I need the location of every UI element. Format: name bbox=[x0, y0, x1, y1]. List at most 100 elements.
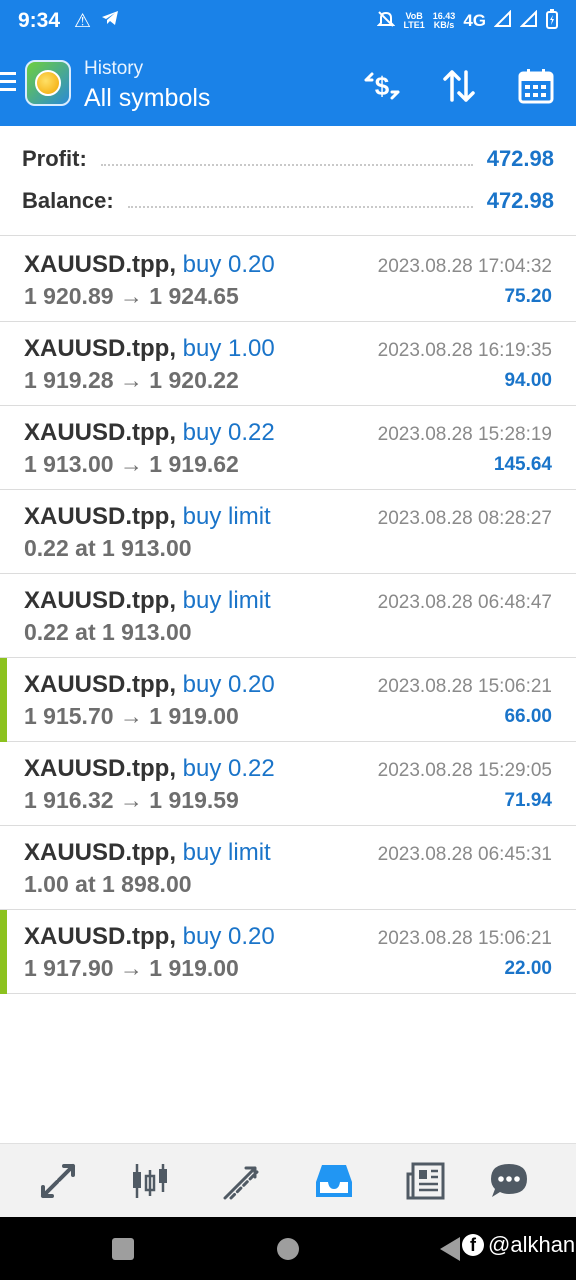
deal-prices: 0.22 at 1 913.00 bbox=[24, 619, 192, 645]
deal-action: buy 0.22 bbox=[182, 419, 275, 446]
deal-title: XAUUSD.tpp, buy 0.22 bbox=[24, 419, 275, 447]
deal-profit: 71.94 bbox=[504, 790, 552, 811]
status-right: VoB LTE1 16.43 KB/s 4G bbox=[377, 8, 558, 34]
profit-value: 472.98 bbox=[486, 146, 554, 171]
battery-charging-icon bbox=[546, 8, 558, 34]
deal-profit: 66.00 bbox=[504, 706, 552, 727]
deal-time: 2023.08.28 08:28:27 bbox=[377, 508, 552, 529]
deal-prices: 0.22 at 1 913.00 bbox=[24, 535, 192, 561]
dollar-exchange-icon[interactable]: $ bbox=[360, 64, 404, 108]
toolbar-subtitle[interactable]: All symbols bbox=[84, 84, 210, 113]
warning-icon: ⚠ bbox=[74, 10, 92, 32]
dotted-leader bbox=[100, 164, 473, 166]
deal-row[interactable]: XAUUSD.tpp, buy 0.20 1 915.70 → 1 919.00 2… bbox=[0, 658, 576, 742]
deal-title: XAUUSD.tpp, buy 0.22 bbox=[24, 755, 275, 783]
app-toolbar: History All symbols $ bbox=[0, 42, 576, 126]
deal-prices: 1 920.89 → 1 924.65 bbox=[24, 283, 239, 309]
deal-symbol: XAUUSD.tpp, bbox=[24, 671, 176, 698]
calendar-icon[interactable] bbox=[514, 64, 558, 108]
deal-time: 2023.08.28 15:06:21 bbox=[377, 676, 552, 697]
deal-symbol: XAUUSD.tpp, bbox=[24, 839, 176, 866]
deal-prices: 1 916.32 → 1 919.59 bbox=[24, 787, 239, 813]
deal-time: 2023.08.28 15:28:19 bbox=[377, 424, 552, 445]
deal-row[interactable]: XAUUSD.tpp, buy 1.00 1 919.28 → 1 920.22 2… bbox=[0, 322, 576, 406]
history-icon[interactable] bbox=[311, 1158, 357, 1204]
bottom-navigation bbox=[0, 1143, 576, 1217]
deal-row[interactable]: XAUUSD.tpp, buy 0.20 1 920.89 → 1 924.65 2… bbox=[0, 238, 576, 322]
signal-icon bbox=[519, 9, 538, 33]
status-time: 9:34 bbox=[18, 9, 61, 32]
home-button[interactable] bbox=[277, 1238, 299, 1260]
deal-prices: 1 913.00 → 1 919.62 bbox=[24, 451, 239, 477]
app-logo[interactable] bbox=[25, 60, 71, 106]
deal-time: 2023.08.28 06:48:47 bbox=[377, 592, 552, 613]
deal-symbol: XAUUSD.tpp, bbox=[24, 923, 176, 950]
deal-prices: 1 917.90 → 1 919.00 bbox=[24, 955, 239, 981]
deal-title: XAUUSD.tpp, buy 0.20 bbox=[24, 923, 275, 951]
deal-time: 2023.08.28 06:45:31 bbox=[377, 844, 552, 865]
watermark: f @alkhan bbox=[462, 1232, 575, 1258]
deal-row[interactable]: XAUUSD.tpp, buy limit 1.00 at 1 898.00 202… bbox=[0, 826, 576, 910]
deal-profit: 145.64 bbox=[493, 454, 552, 475]
profit-row: Profit: 472.98 bbox=[22, 142, 554, 176]
watermark-text: @alkhan bbox=[488, 1232, 576, 1257]
deal-profit: 94.00 bbox=[504, 370, 552, 391]
deal-time: 2023.08.28 15:29:05 bbox=[377, 760, 552, 781]
deal-action: buy 0.20 bbox=[182, 251, 275, 278]
deal-prices: 1 919.28 → 1 920.22 bbox=[24, 367, 239, 393]
balance-value: 472.98 bbox=[486, 188, 554, 213]
sort-icon[interactable] bbox=[437, 64, 481, 108]
deal-profit: 75.20 bbox=[504, 286, 552, 307]
history-summary: Profit: 472.98 Balance: 472.98 bbox=[0, 126, 576, 236]
deal-title: XAUUSD.tpp, buy limit bbox=[24, 587, 271, 615]
deal-action: buy limit bbox=[182, 503, 271, 530]
svg-text:$: $ bbox=[375, 71, 390, 101]
volte-indicator: VoB LTE1 bbox=[403, 11, 425, 30]
facebook-icon: f bbox=[462, 1234, 484, 1256]
deal-prices: 1 915.70 → 1 919.00 bbox=[24, 703, 239, 729]
toolbar-title: History bbox=[84, 58, 144, 79]
net-speed: 16.43 KB/s bbox=[432, 11, 456, 30]
deal-title: XAUUSD.tpp, buy 1.00 bbox=[24, 335, 275, 363]
telegram-icon bbox=[101, 10, 119, 32]
deal-time: 2023.08.28 17:04:32 bbox=[377, 256, 552, 277]
deal-row[interactable]: XAUUSD.tpp, buy 0.22 1 916.32 → 1 919.59 2… bbox=[0, 742, 576, 826]
deal-title: XAUUSD.tpp, buy limit bbox=[24, 503, 271, 531]
deal-title: XAUUSD.tpp, buy limit bbox=[24, 839, 271, 867]
back-button[interactable] bbox=[440, 1237, 460, 1261]
deal-action: buy 0.20 bbox=[182, 671, 275, 698]
deal-symbol: XAUUSD.tpp, bbox=[24, 335, 176, 362]
deal-action: buy 0.22 bbox=[182, 755, 275, 782]
deal-row[interactable]: XAUUSD.tpp, buy 0.22 1 913.00 → 1 919.62 2… bbox=[0, 406, 576, 490]
quotes-icon[interactable] bbox=[35, 1158, 81, 1204]
balance-label: Balance: bbox=[22, 188, 114, 213]
deal-action: buy 0.20 bbox=[182, 923, 275, 950]
recents-button[interactable] bbox=[112, 1238, 134, 1260]
status-bar: 9:34 ⚠ VoB LTE1 16.43 KB/s 4G bbox=[0, 0, 576, 42]
signal-icon bbox=[493, 9, 512, 33]
news-icon[interactable] bbox=[403, 1158, 449, 1204]
deal-row[interactable]: XAUUSD.tpp, buy limit 0.22 at 1 913.00 202… bbox=[0, 574, 576, 658]
profit-label: Profit: bbox=[22, 146, 87, 171]
deal-time: 2023.08.28 16:19:35 bbox=[377, 340, 552, 361]
deal-symbol: XAUUSD.tpp, bbox=[24, 419, 176, 446]
chart-icon[interactable] bbox=[127, 1158, 173, 1204]
deal-time: 2023.08.28 15:06:21 bbox=[377, 928, 552, 949]
deals-list: XAUUSD.tpp, buy 0.20 1 920.89 → 1 924.65 2… bbox=[0, 238, 576, 994]
deal-symbol: XAUUSD.tpp, bbox=[24, 755, 176, 782]
deal-profit: 22.00 bbox=[504, 958, 552, 979]
chat-icon[interactable] bbox=[486, 1158, 532, 1204]
deal-title: XAUUSD.tpp, buy 0.20 bbox=[24, 671, 275, 699]
balance-row: Balance: 472.98 bbox=[22, 184, 554, 218]
deal-row[interactable]: XAUUSD.tpp, buy 0.20 1 917.90 → 1 919.00 2… bbox=[0, 910, 576, 994]
mute-icon bbox=[377, 10, 396, 33]
deal-marker bbox=[0, 910, 7, 994]
deal-title: XAUUSD.tpp, buy 0.20 bbox=[24, 251, 275, 279]
deal-action: buy 1.00 bbox=[182, 335, 275, 362]
dotted-leader bbox=[127, 206, 473, 208]
deal-action: buy limit bbox=[182, 839, 271, 866]
deal-row[interactable]: XAUUSD.tpp, buy limit 0.22 at 1 913.00 202… bbox=[0, 490, 576, 574]
menu-icon[interactable] bbox=[0, 72, 16, 92]
deal-symbol: XAUUSD.tpp, bbox=[24, 503, 176, 530]
trade-icon[interactable] bbox=[219, 1158, 265, 1204]
